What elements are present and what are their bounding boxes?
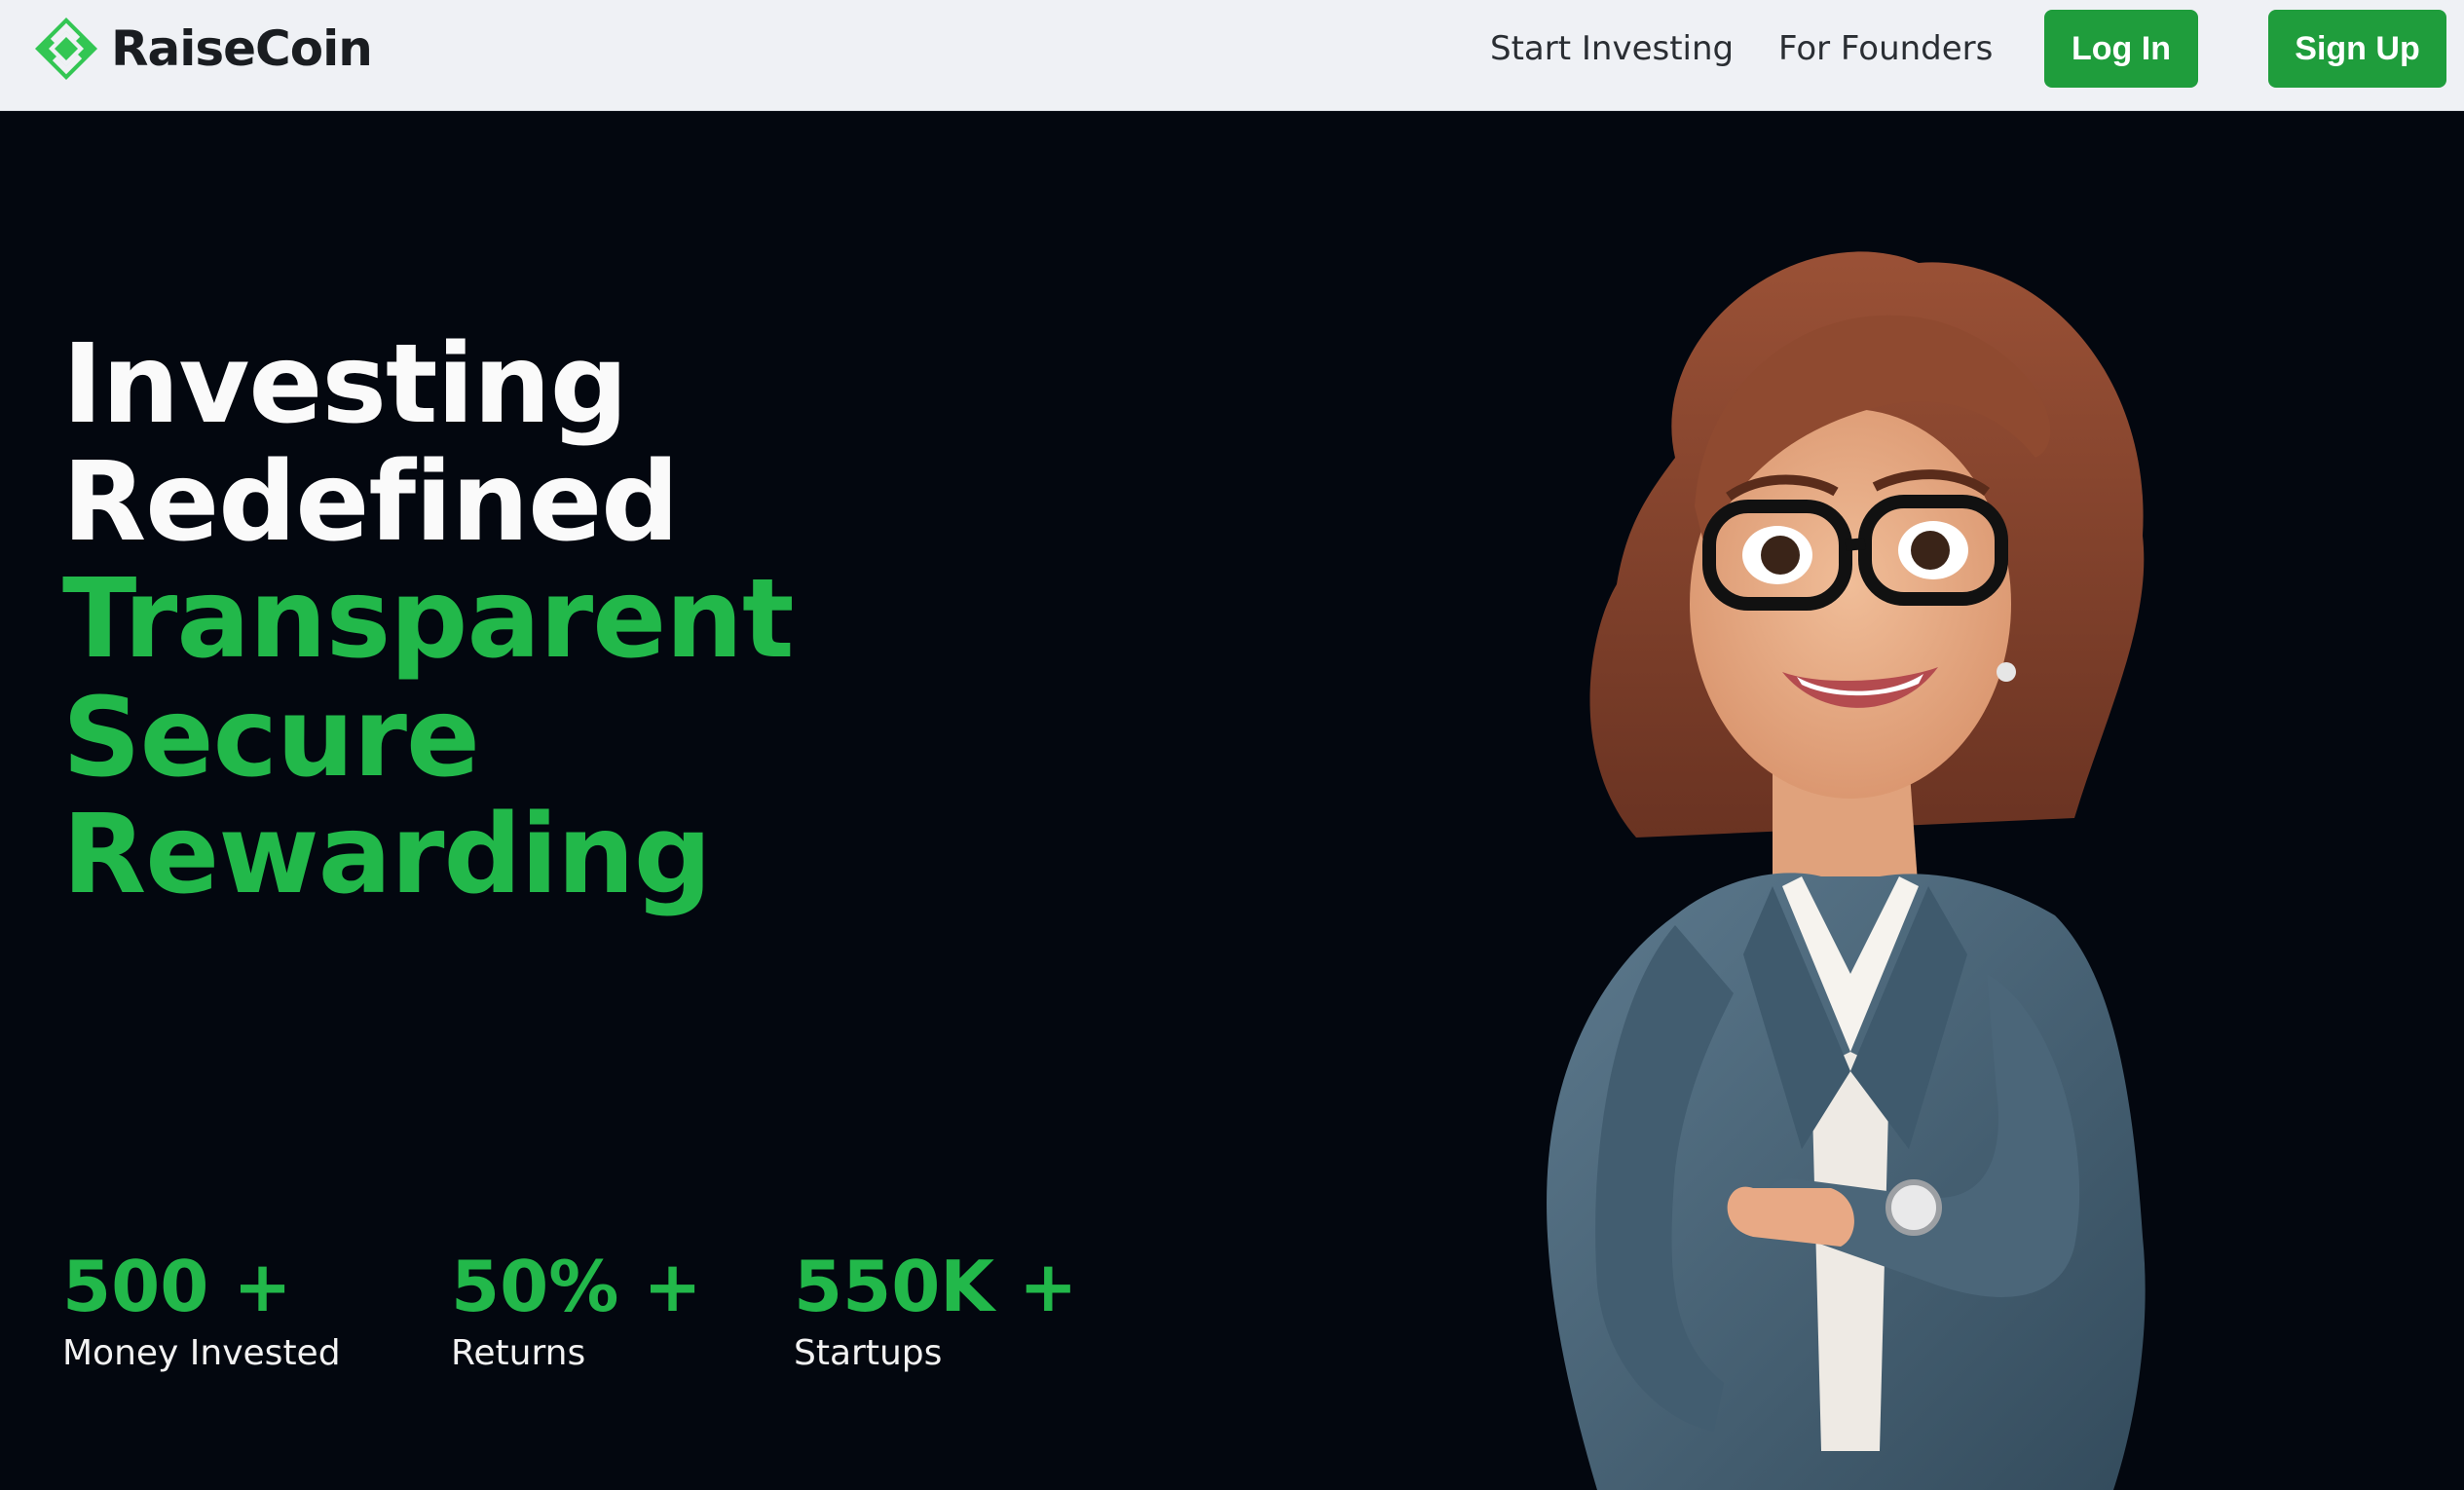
brand-logo-link[interactable]: RaiseCoin — [33, 16, 373, 82]
top-navbar: RaiseCoin Start Investing For Founders L… — [0, 0, 2464, 111]
brand-name: RaiseCoin — [111, 20, 373, 77]
log-in-button[interactable]: Log In — [2044, 10, 2198, 88]
raisecoin-logo-icon — [33, 16, 99, 82]
sign-up-button[interactable]: Sign Up — [2268, 10, 2446, 88]
businesswoman-illustration — [1529, 214, 2182, 1490]
hero-line-secure: Secure — [62, 675, 480, 801]
stat-value: 500 + — [62, 1246, 292, 1327]
hero-line-rewarding: Rewarding — [62, 792, 712, 918]
hero-line-redefined: Redefined — [62, 439, 679, 566]
stat-value: 50% + — [451, 1246, 702, 1327]
stat-label: Startups — [794, 1333, 943, 1373]
stat-value: 550K + — [794, 1246, 1078, 1327]
hero-line-investing: Investing — [62, 321, 628, 448]
hero-line-transparent: Transparent — [62, 556, 795, 683]
stat-label: Money Invested — [62, 1333, 341, 1373]
nav-link-for-founders[interactable]: For Founders — [1778, 23, 1993, 74]
stat-label: Returns — [451, 1333, 586, 1373]
nav-link-start-investing[interactable]: Start Investing — [1490, 23, 1734, 74]
